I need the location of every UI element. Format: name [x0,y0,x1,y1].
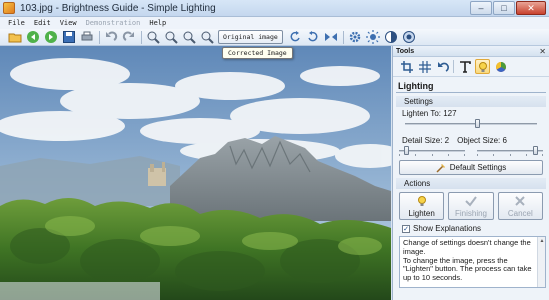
close-button[interactable]: ✕ [516,1,546,15]
lightbulb-icon [417,195,426,206]
print-icon[interactable] [80,30,94,44]
lighting-icon[interactable] [475,59,490,74]
app-icon [3,2,15,14]
original-image-toggle[interactable]: Original image [218,30,283,44]
cancel-x-icon [515,195,526,206]
toolbar: Original image [0,29,549,46]
flip-icon[interactable] [324,30,338,44]
text-icon[interactable] [457,59,472,74]
slider-thumb[interactable] [404,146,409,155]
zoom-fit-icon[interactable] [182,30,196,44]
slider-track [405,123,537,125]
explanation-box: Change of settings doesn't change the im… [399,236,546,288]
explanation-scrollbar[interactable]: ▲ [537,237,545,287]
lighten-button[interactable]: Lighten [399,192,445,220]
menu-help[interactable]: Help [149,19,166,27]
toolbar-separator [99,30,100,44]
cancel-button[interactable]: Cancel [497,192,543,220]
menu-bar: File Edit View Demonstration Help [0,17,549,29]
open-icon[interactable] [8,30,22,44]
minimize-button[interactable]: – [470,1,492,15]
settings-header: Settings [396,96,546,107]
show-explanations-row[interactable]: ✓ Show Explanations [393,223,549,234]
menu-demonstration[interactable]: Demonstration [86,19,141,27]
window-title: 103.jpg - Brightness Guide - Simple Ligh… [20,2,216,14]
lighten-label: Lighten To: 127 [402,109,457,118]
close-icon[interactable]: ✕ [539,46,546,57]
brightness-icon[interactable] [365,30,380,44]
tool-separator [453,60,454,73]
color-wheel-icon[interactable] [493,59,508,74]
show-explanations-checkbox[interactable]: ✓ [402,224,410,233]
show-explanations-label: Show Explanations [413,224,482,233]
maximize-button[interactable]: □ [493,1,515,15]
explanation-line: Change of settings doesn't change the im… [403,238,531,256]
scroll-up-icon[interactable]: ▲ [538,237,545,245]
menu-view[interactable]: View [60,19,77,27]
finishing-label: Finishing [454,208,487,218]
window-controls: – □ ✕ [470,1,546,15]
size-sliders [399,146,543,157]
zoom-in-icon[interactable] [146,30,160,44]
save-icon[interactable] [62,30,76,44]
undo-icon[interactable] [104,30,118,44]
zoom-actual-icon[interactable] [200,30,214,44]
menu-edit[interactable]: Edit [34,19,51,27]
tools-panel-title: Tools [396,48,415,55]
rotate-left-icon[interactable] [288,30,302,44]
menu-file[interactable]: File [8,19,25,27]
size-labels: Detail Size: 2 Object Size: 6 [393,135,549,146]
crop-icon[interactable] [399,59,414,74]
slider-thumb[interactable] [475,119,480,128]
image-canvas[interactable] [0,46,391,300]
zoom-out-icon[interactable] [164,30,178,44]
finishing-button[interactable]: Finishing [448,192,494,220]
title-bar: 103.jpg - Brightness Guide - Simple Ligh… [0,0,549,17]
actions-header: Actions [396,178,546,189]
tooltip: Corrected Image [222,47,293,59]
redo-icon[interactable] [122,30,136,44]
tool-selector [393,57,549,77]
checkmark-icon [465,195,477,207]
default-settings-button[interactable]: Default Settings [399,160,543,175]
object-size-label: Object Size: 6 [457,136,507,145]
toolbar-separator [141,30,142,44]
tools-panel: Tools ✕ Lighting Settings Lighten To: 12… [392,46,549,300]
rotate-right-icon[interactable] [306,30,320,44]
default-settings-icon [436,163,445,173]
landscape-photo [0,46,391,300]
lighten-label: Lighten [408,208,435,218]
contrast-icon[interactable] [384,30,398,44]
action-buttons: Lighten Finishing Cancel [399,192,543,220]
grid-icon[interactable] [417,59,432,74]
cancel-label: Cancel [507,208,533,218]
explanation-line: To change the image, press the "Lighten"… [403,255,532,283]
undo-tool-icon[interactable] [435,59,450,74]
tools-panel-header: Tools ✕ [393,46,549,57]
slider-thumb[interactable] [533,146,538,155]
detail-size-label: Detail Size: 2 [402,136,450,145]
section-title: Lighting [396,80,546,93]
forward-arrow-icon[interactable] [44,30,58,44]
toolbar-separator [342,30,344,44]
detail-size-slider[interactable] [399,146,465,157]
lighten-slider[interactable] [405,119,537,130]
color-icon[interactable] [402,30,416,44]
settings-icon[interactable] [348,30,362,44]
object-size-slider[interactable] [477,146,543,157]
back-arrow-icon[interactable] [26,30,40,44]
default-settings-label: Default Settings [449,163,507,172]
